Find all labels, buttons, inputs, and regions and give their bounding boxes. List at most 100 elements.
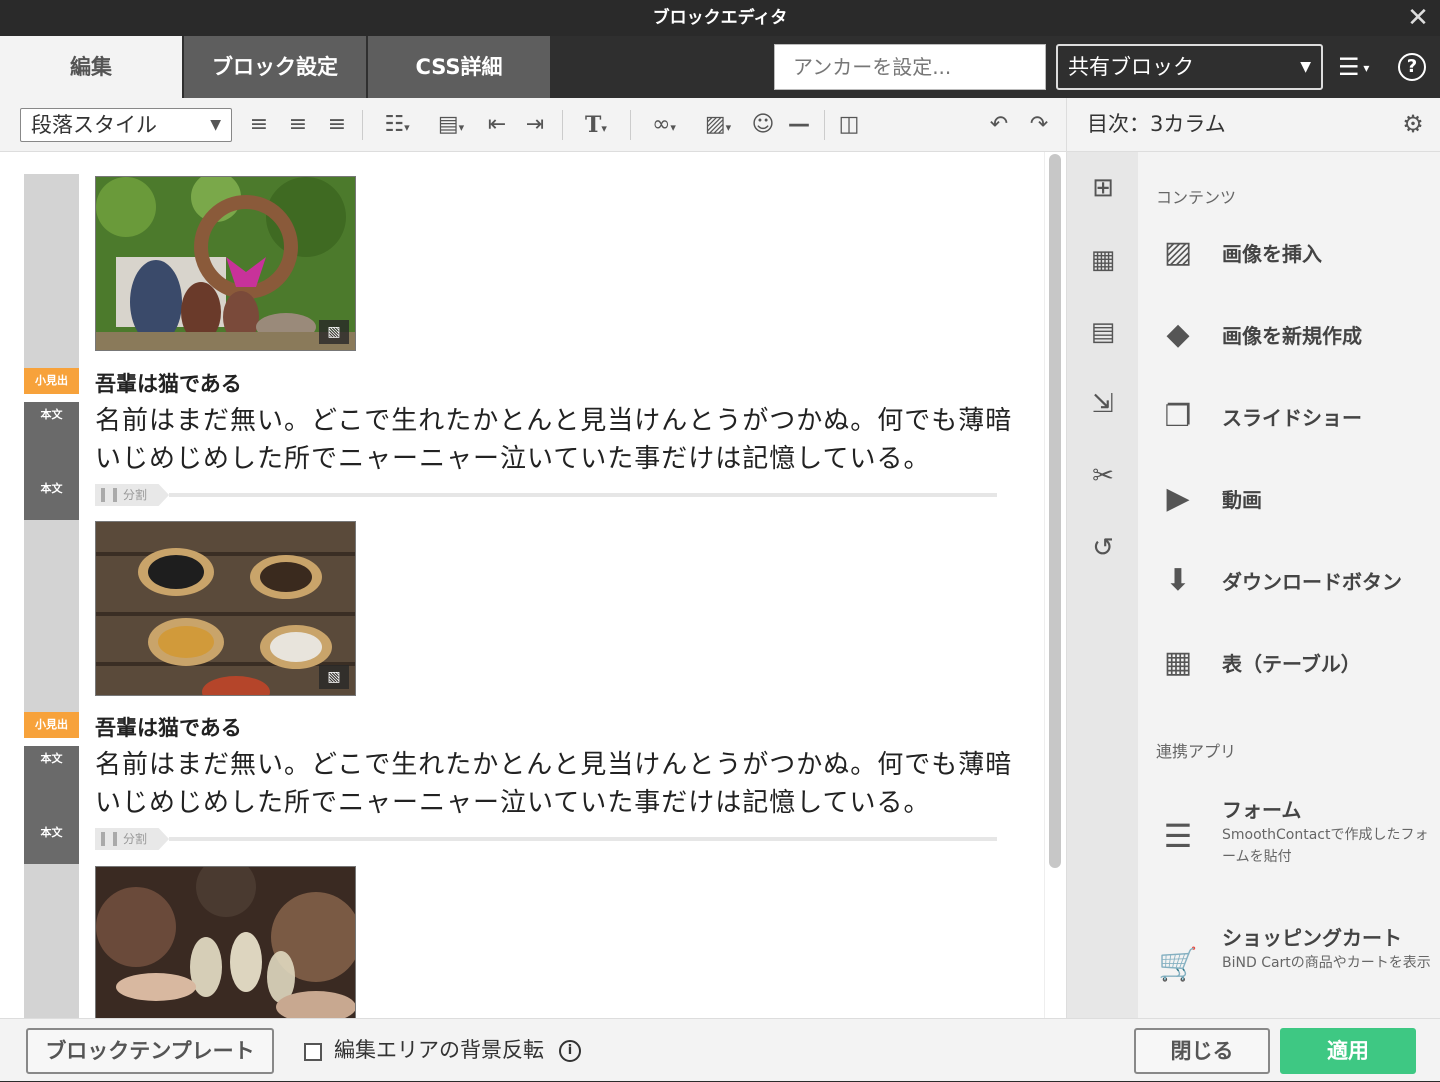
image-wreath[interactable]: ▧ <box>95 176 356 351</box>
section-contents: コンテンツ <box>1156 188 1237 207</box>
new-image-label: 画像を新規作成 <box>1222 324 1362 348</box>
wreath-photo <box>96 177 355 350</box>
download-button-item[interactable]: ⬇ ダウンロードボタン <box>1138 550 1440 614</box>
window-title: ブロックエディタ <box>652 8 788 28</box>
anchor-input[interactable]: アンカーを設定... <box>774 44 1046 90</box>
history-icon[interactable]: ↺ <box>1087 532 1119 564</box>
link-icon[interactable]: ∞▾ <box>642 110 686 140</box>
shared-block-value: 共有ブロック <box>1068 55 1194 79</box>
block-format-icon[interactable]: ▤▾ <box>430 110 472 140</box>
cart-label: ショッピングカート <box>1222 926 1402 950</box>
block-heading[interactable]: 吾輩は猫である <box>95 368 242 398</box>
add-content-icon[interactable]: ⊞ <box>1087 172 1119 204</box>
tools-icon[interactable]: ✂ <box>1087 460 1119 492</box>
block-body-text[interactable]: 名前はまだ無い。どこで生れたかとんと見当けんとうがつかぬ。何でも薄暗いじめじめし… <box>95 402 1015 478</box>
invert-bg-label: 編集エリアの背景反転 <box>334 1038 544 1062</box>
title-bar: ブロックエディタ ✕ <box>0 0 1440 36</box>
shared-block-select[interactable]: 共有ブロック ▼ <box>1056 44 1323 90</box>
horizontal-rule-icon[interactable]: — <box>786 110 812 140</box>
menu-button[interactable]: ☰ ▾ <box>1338 50 1384 84</box>
right-panel-header: 目次：3カラム ⚙ <box>1066 98 1440 152</box>
gutter-image <box>24 174 79 368</box>
scrollbar-thumb[interactable] <box>1049 154 1061 868</box>
image-badge-icon: ▧ <box>319 320 349 344</box>
image-badge-icon: ▧ <box>319 665 349 689</box>
split-icon <box>101 488 117 502</box>
split-chip: 分割 <box>95 484 169 506</box>
form-label: フォーム <box>1222 798 1302 822</box>
split-divider[interactable]: 分割 <box>95 484 997 506</box>
edit-area[interactable]: 小見出 本文 本文 小見出 本文 本文 ▧ 吾輩は猫である 名前はまだ無い。どこ… <box>0 152 1066 1018</box>
text-style-icon[interactable]: T▾ <box>574 110 618 140</box>
help-icon[interactable]: ? <box>1398 53 1426 81</box>
emoji-icon[interactable]: ☺ <box>750 110 776 140</box>
redo-icon[interactable]: ↷ <box>1026 110 1052 140</box>
form-item[interactable]: ☰ フォーム SmoothContactで作成したフォームを貼付 <box>1138 794 1440 884</box>
image-toast[interactable] <box>95 866 356 1018</box>
split-label: 分割 <box>123 832 148 846</box>
split-icon[interactable]: ◫ <box>836 110 862 140</box>
outdent-icon[interactable]: ⇤ <box>484 110 510 140</box>
close-button[interactable]: 閉じる <box>1134 1028 1270 1074</box>
section-apps: 連携アプリ <box>1156 742 1237 761</box>
table-item[interactable]: ▦ 表（テーブル） <box>1138 632 1440 696</box>
tag-body: 本文 本文 <box>24 746 79 864</box>
split-line <box>169 837 997 841</box>
indent-icon[interactable]: ⇥ <box>522 110 548 140</box>
content-list: コンテンツ ▨ 画像を挿入 ◆ 画像を新規作成 ❐ スライドショー ▶ 動画 ⬇… <box>1138 152 1440 1018</box>
align-left-icon[interactable]: ≡ <box>246 110 272 140</box>
new-image-item[interactable]: ◆ 画像を新規作成 <box>1138 304 1440 368</box>
video-label: 動画 <box>1222 488 1262 512</box>
chevron-down-icon: ▾ <box>1359 61 1370 75</box>
undo-icon[interactable]: ↶ <box>986 110 1012 140</box>
toolbar-divider <box>630 110 631 140</box>
tab-edit[interactable]: 編集 <box>0 36 182 98</box>
gear-icon[interactable]: ⚙ <box>1400 111 1426 137</box>
invert-bg-checkbox[interactable] <box>304 1043 322 1061</box>
slideshow-icon: ❐ <box>1164 399 1192 434</box>
block-heading[interactable]: 吾輩は猫である <box>95 712 242 742</box>
tab-css-detail[interactable]: CSS詳細 <box>368 36 550 98</box>
parts-grid-icon[interactable]: ▦ <box>1087 244 1119 276</box>
align-center-icon[interactable]: ≡ <box>285 110 311 140</box>
hamburger-icon: ☰ <box>1338 53 1360 81</box>
split-label: 分割 <box>123 488 148 502</box>
tag-body-label: 本文 <box>40 826 63 839</box>
block-editor-window: ブロックエディタ ✕ 編集 ブロック設定 CSS詳細 アンカーを設定... 共有… <box>0 0 1440 1081</box>
close-icon[interactable]: ✕ <box>1404 4 1432 32</box>
cart-item[interactable]: 🛒 ショッピングカート BiND Cartの商品やカートを表示 <box>1138 922 1440 1012</box>
paragraph-style-select[interactable]: 段落スタイル ▼ <box>20 108 232 142</box>
split-icon <box>101 832 117 846</box>
right-panel-rail: ⊞ ▦ ▤ ⇲ ✂ ↺ <box>1066 152 1138 1018</box>
block-body-text[interactable]: 名前はまだ無い。どこで生れたかとんと見当けんとうがつかぬ。何でも薄暗いじめじめし… <box>95 746 1015 822</box>
tag-heading: 小見出 <box>24 712 79 738</box>
block-template-button[interactable]: ブロックテンプレート <box>26 1028 274 1074</box>
cart-desc: BiND Cartの商品やカートを表示 <box>1222 955 1431 971</box>
split-chip: 分割 <box>95 828 169 850</box>
editor-scrollbar[interactable] <box>1044 152 1066 1018</box>
toast-photo <box>96 867 355 1018</box>
gutter-image <box>24 520 79 712</box>
toolbar-divider <box>562 110 563 140</box>
slideshow-item[interactable]: ❐ スライドショー <box>1138 386 1440 450</box>
download-icon: ⬇ <box>1165 563 1191 598</box>
chevron-down-icon: ▼ <box>1300 59 1311 75</box>
tag-heading: 小見出 <box>24 368 79 394</box>
video-item[interactable]: ▶ 動画 <box>1138 468 1440 532</box>
info-icon[interactable]: i <box>559 1040 581 1062</box>
split-divider[interactable]: 分割 <box>95 828 997 850</box>
image-spices[interactable]: ▧ <box>95 521 356 696</box>
import-icon[interactable]: ⇲ <box>1087 388 1119 420</box>
image-icon[interactable]: ▨▾ <box>696 110 740 140</box>
tab-block-settings[interactable]: ブロック設定 <box>184 36 366 98</box>
tag-body: 本文 本文 <box>24 402 79 520</box>
align-right-icon[interactable]: ≡ <box>324 110 350 140</box>
list-icon[interactable]: ☷▾ <box>376 110 418 140</box>
paragraph-style-value: 段落スタイル <box>31 113 157 137</box>
insert-image-item[interactable]: ▨ 画像を挿入 <box>1138 222 1440 286</box>
apply-button[interactable]: 適用 <box>1280 1028 1416 1074</box>
document-icon[interactable]: ▤ <box>1087 316 1119 348</box>
cart-icon: 🛒 <box>1158 945 1198 983</box>
footer-bar: ブロックテンプレート 編集エリアの背景反転 i 閉じる 適用 <box>0 1018 1440 1081</box>
format-toolbar: 段落スタイル ▼ ≡ ≡ ≡ ☷▾ ▤▾ ⇤ ⇥ T▾ ∞▾ ▨▾ ☺ — ◫ … <box>0 98 1066 152</box>
